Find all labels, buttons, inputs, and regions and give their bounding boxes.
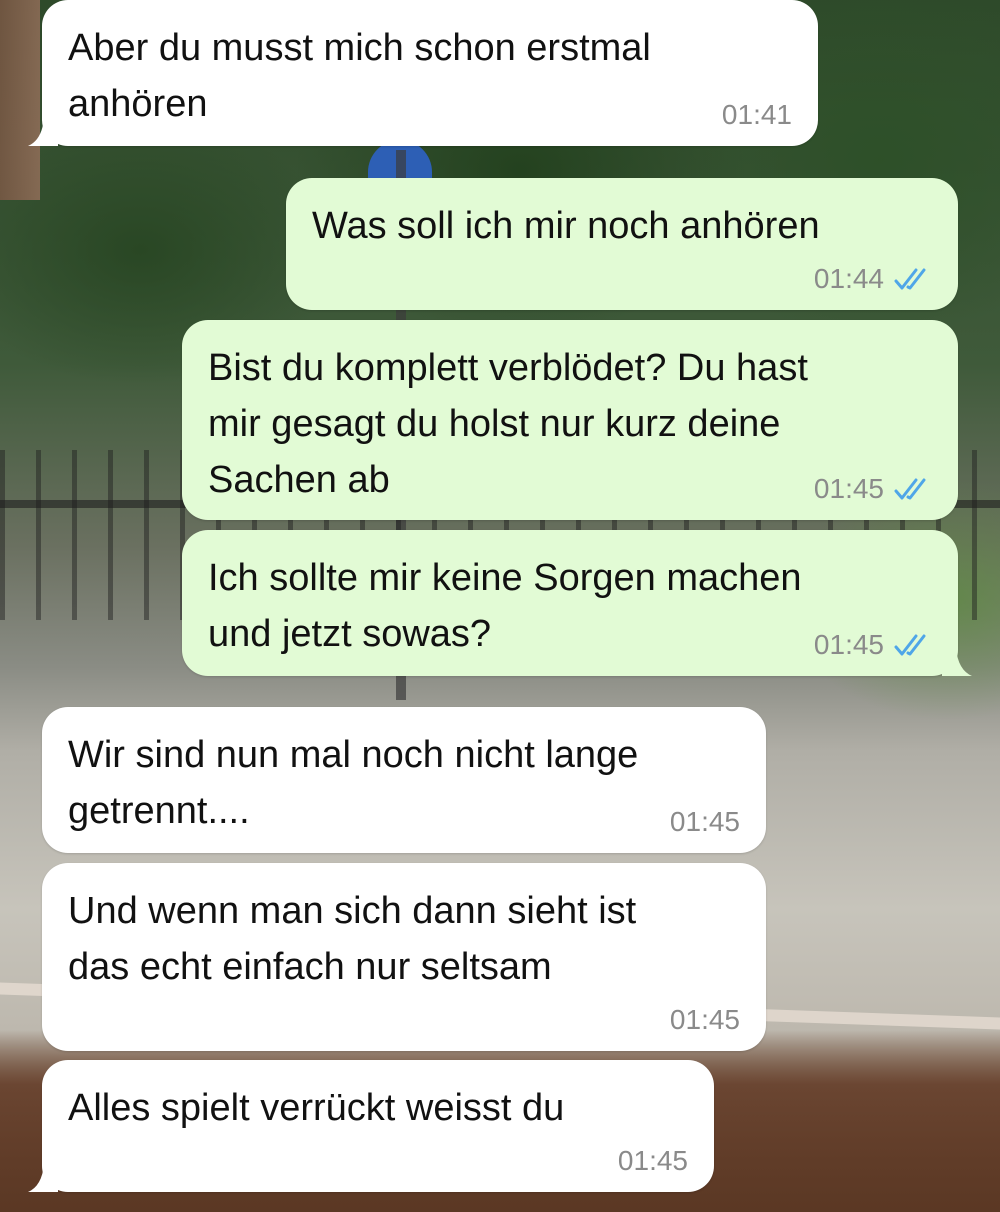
message-meta: 01:44 [814, 262, 932, 296]
bubble-tail-icon [942, 648, 972, 676]
message-incoming[interactable]: Und wenn man sich dann sieht ist das ech… [42, 863, 766, 1051]
double-check-icon [894, 634, 926, 656]
message-incoming[interactable]: Wir sind nun mal noch nicht lange getren… [42, 707, 766, 853]
bubble-tail-icon [28, 118, 58, 146]
message-outgoing[interactable]: Ich sollte mir keine Sorgen machen und j… [182, 530, 972, 676]
double-check-icon [894, 268, 926, 290]
message-outgoing[interactable]: Bist du komplett verblödet? Du hast mir … [182, 320, 958, 520]
message-time: 01:45 [813, 629, 884, 660]
message-time: 01:45 [669, 1004, 740, 1035]
message-text: Wir sind nun mal noch nicht lange getren… [68, 734, 639, 832]
message-text: Alles spielt verrückt weisst du [68, 1087, 565, 1129]
message-outgoing[interactable]: Was soll ich mir noch anhören 01:44 [286, 178, 958, 310]
message-text: Aber du musst mich schon erstmal anhören [68, 27, 651, 125]
message-time: 01:45 [617, 1145, 688, 1176]
message-time: 01:45 [813, 473, 884, 504]
message-meta: 01:45 [670, 805, 740, 839]
message-incoming[interactable]: Alles spielt verrückt weisst du 01:45 [28, 1060, 714, 1192]
message-meta: 01:45 [814, 628, 932, 662]
bubble-tail-icon [28, 1164, 58, 1192]
double-check-icon [894, 478, 926, 500]
wallpaper-building [0, 0, 40, 200]
message-meta: 01:45 [814, 472, 932, 506]
message-time: 01:44 [813, 263, 884, 294]
message-time: 01:45 [669, 806, 740, 837]
message-incoming[interactable]: Aber du musst mich schon erstmal anhören… [28, 0, 818, 146]
message-text: Was soll ich mir noch anhören [312, 205, 820, 247]
message-meta: 01:41 [722, 98, 792, 132]
message-time: 01:41 [721, 99, 792, 130]
message-meta: 01:45 [618, 1144, 688, 1178]
message-text: Und wenn man sich dann sieht ist das ech… [68, 890, 637, 988]
message-meta: 01:45 [670, 1003, 740, 1037]
